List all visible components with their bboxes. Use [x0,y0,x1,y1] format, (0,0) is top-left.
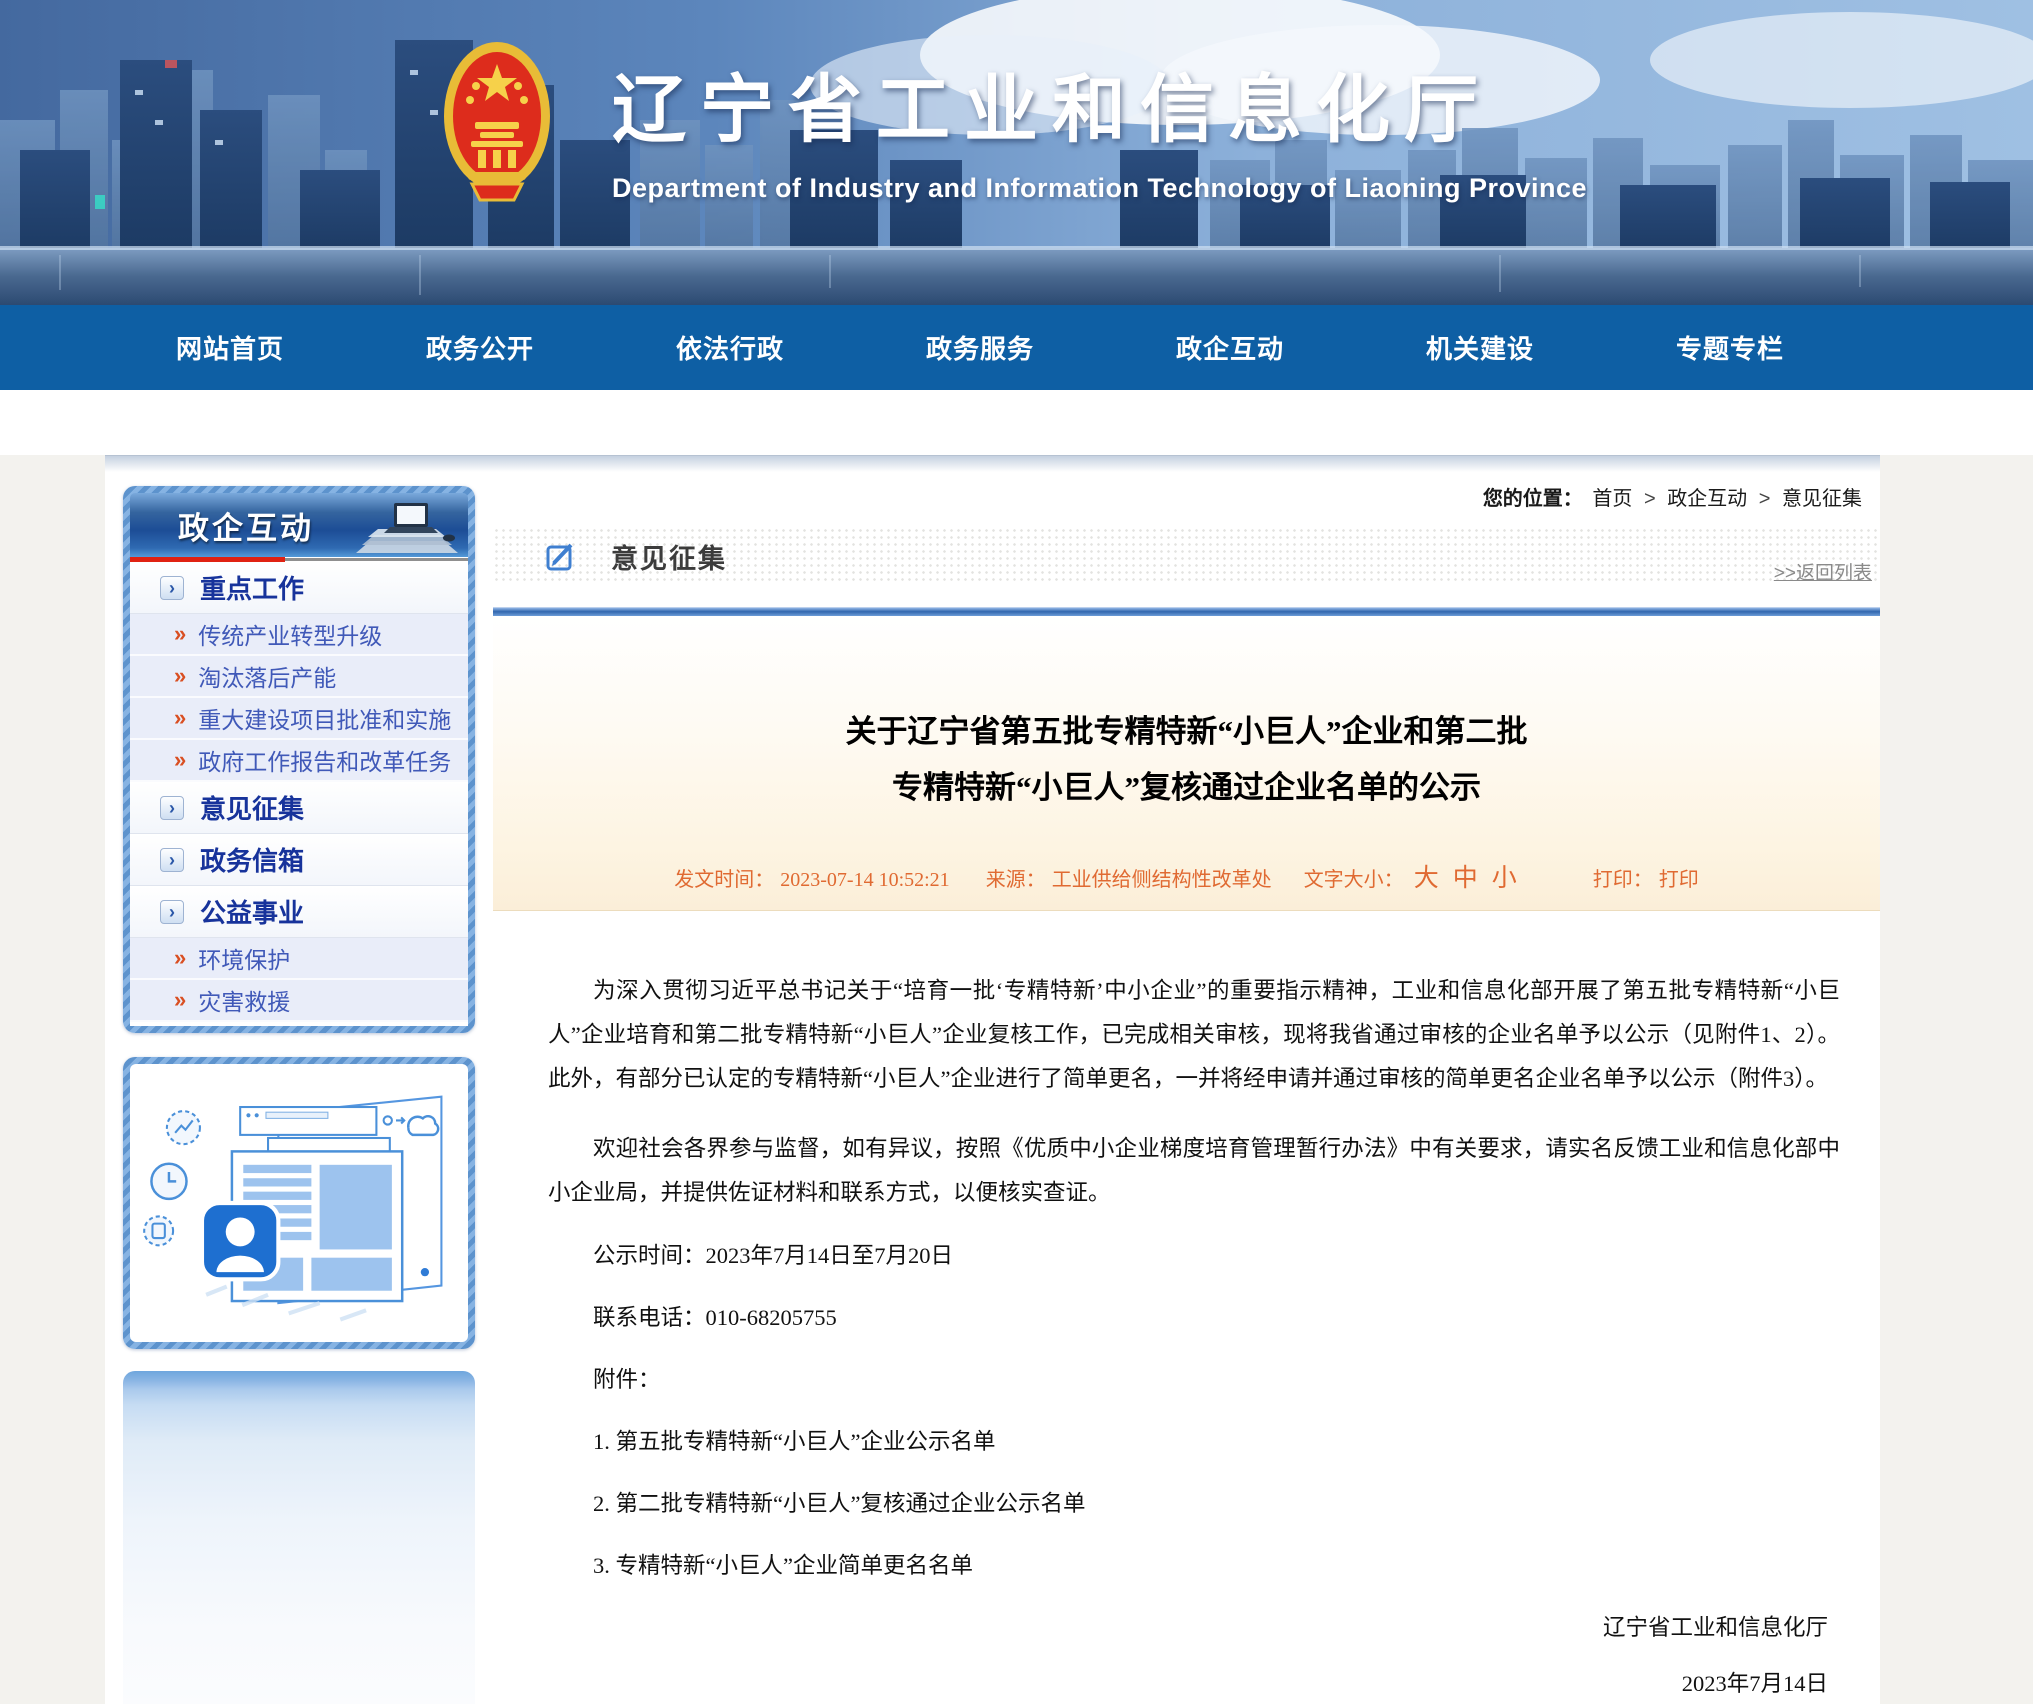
sidebar-item-major-projects[interactable]: » 重大建设项目批准和实施 [130,698,468,740]
print-label: 打印： [1593,869,1653,891]
nav-item-special-columns[interactable]: 专题专栏 [1605,329,1855,366]
breadcrumb-label: 您的位置： [1483,488,1583,510]
contact-phone-line: 联系电话：010-68205755 [548,1303,1840,1333]
sidebar-section-key-work[interactable]: › 重点工作 [130,562,468,614]
sidebar-section-label: 重点工作 [200,569,304,606]
sidebar-section-gov-mailbox[interactable]: › 政务信箱 [130,834,468,886]
nav-item-agency-building[interactable]: 机关建设 [1355,329,1605,366]
sidebar-section-label: 意见征集 [200,789,304,826]
signature-date: 2023年7月14日 [548,1669,1840,1699]
section-header: 意见征集 >>返回列表 [493,527,1880,585]
attachment-3: 3. 专精特新“小巨人”企业简单更名名单 [548,1551,1840,1581]
publish-time-label: 发文时间： [674,869,774,891]
sidebar-illustration-box [123,1057,475,1349]
sidebar-item-label: 传统产业转型升级 [198,617,382,651]
sidebar-menu: › 重点工作 » 传统产业转型升级 » 淘汰落后产能 » 重大建设项目批准和实施 [130,562,468,1026]
banner-titles: 辽宁省工业和信息化厅 Department of Industry and In… [612,50,1587,204]
publish-time: 2023-07-14 10:52:21 [780,869,949,891]
breadcrumb: 您的位置： 首页 > 政企互动 > 意见征集 [493,482,1880,511]
sidebar-item-environmental-protection[interactable]: » 环境保护 [130,938,468,980]
signature: 辽宁省工业和信息化厅 [548,1613,1840,1643]
sidebar-section-label: 公益事业 [200,893,304,930]
page: 辽宁省工业和信息化厅 Department of Industry and In… [0,0,2033,1704]
nav-item-administration-by-law[interactable]: 依法行政 [605,329,855,366]
attachment-1: 1. 第五批专精特新“小巨人”企业公示名单 [548,1427,1840,1457]
nav-item-government-services[interactable]: 政务服务 [855,329,1105,366]
paragraph: 欢迎社会各界参与监督，如有异议，按照《优质中小企业梯度培育管理暂行办法》中有关要… [548,1127,1840,1215]
breadcrumb-level1[interactable]: 政企互动 [1667,488,1747,510]
sidebar-item-gov-work-report[interactable]: » 政府工作报告和改革任务 [130,740,468,782]
site-title: 辽宁省工业和信息化厅 [612,50,1587,157]
section-title: 意见征集 [611,537,727,576]
attachments-label: 附件： [548,1365,1840,1395]
nav-gap [0,390,2033,455]
nav-item-home[interactable]: 网站首页 [105,329,355,366]
article-title-line1: 关于辽宁省第五批专精特新“小巨人”企业和第二批 [493,704,1880,760]
edit-icon [545,540,577,572]
sidebar-item-industry-upgrade[interactable]: » 传统产业转型升级 [130,614,468,656]
article-body: 为深入贯彻习近平总书记关于“培育一批‘专精特新’中小企业”的重要指示精神，工业和… [493,911,1880,1699]
article-meta: 发文时间：2023-07-14 10:52:21 来源：工业供给侧结构性改革处 … [493,846,1880,911]
nav-item-government-affairs[interactable]: 政务公开 [355,329,605,366]
publicity-period-line: 公示时间：2023年7月14日至7月20日 [548,1241,1840,1271]
main-panel: 政企互动 › [105,455,1880,1704]
content: 您的位置： 首页 > 政企互动 > 意见征集 意见征集 >>返回列表 [493,456,1880,1699]
red-underline [130,557,285,562]
sidebar-section-opinion-collection[interactable]: › 意见征集 [130,782,468,834]
sidebar-illustration [130,1064,468,1342]
sidebar-decoration-panel [123,1371,475,1704]
sub-arrow-icon: » [174,707,186,729]
source-label: 来源： [986,869,1046,891]
sub-arrow-icon: » [174,749,186,771]
section-arrow-icon: › [160,576,184,600]
sub-arrow-icon: » [174,947,186,969]
article-header: 关于辽宁省第五批专精特新“小巨人”企业和第二批 专精特新“小巨人”复核通过企业名… [493,616,1880,911]
laptop-icon [352,497,462,555]
breadcrumb-separator: > [1759,488,1771,510]
national-emblem-icon [438,34,556,214]
sidebar-item-label: 重大建设项目批准和实施 [198,701,451,735]
font-size-small[interactable]: 小 [1492,865,1517,892]
sidebar-item-label: 政府工作报告和改革任务 [198,743,451,777]
main-nav: 网站首页 政务公开 依法行政 政务服务 政企互动 机关建设 专题专栏 [0,305,2033,390]
sidebar-header: 政企互动 [130,493,468,557]
breadcrumb-level2[interactable]: 意见征集 [1782,488,1862,510]
sidebar-section-label: 政务信箱 [200,841,304,878]
breadcrumb-home[interactable]: 首页 [1592,488,1632,510]
banner: 辽宁省工业和信息化厅 Department of Industry and In… [0,0,2033,305]
sub-arrow-icon: » [174,665,186,687]
sub-arrow-icon: » [174,989,186,1011]
breadcrumb-separator: > [1644,488,1656,510]
sidebar-item-disaster-relief[interactable]: » 灾害救援 [130,980,468,1022]
sidebar: 政企互动 › [123,486,475,1704]
sidebar-item-label: 环境保护 [198,941,290,975]
source: 工业供给侧结构性改革处 [1052,869,1272,891]
sidebar-item-label: 灾害救援 [198,983,290,1017]
section-arrow-icon: › [160,900,184,924]
site-subtitle: Department of Industry and Information T… [612,173,1587,204]
sidebar-menu-box: 政企互动 › [123,486,475,1033]
font-size-large[interactable]: 大 [1414,865,1439,892]
back-to-list-link[interactable]: >>返回列表 [1774,558,1872,585]
section-arrow-icon: › [160,848,184,872]
divider-bar [493,607,1880,616]
print-link[interactable]: 打印 [1659,869,1699,891]
font-size-label: 文字大小： [1304,869,1404,891]
gray-underline [285,558,468,561]
sidebar-section-public-welfare[interactable]: › 公益事业 [130,886,468,938]
sidebar-item-eliminate-backward-capacity[interactable]: » 淘汰落后产能 [130,656,468,698]
nav-item-gov-enterprise-interaction[interactable]: 政企互动 [1105,329,1355,366]
sub-arrow-icon: » [174,623,186,645]
sidebar-item-label: 淘汰落后产能 [198,659,336,693]
online-service-illustration [143,1074,455,1332]
attachment-2: 2. 第二批专精特新“小巨人”复核通过企业公示名单 [548,1489,1840,1519]
article-title-line2: 专精特新“小巨人”复核通过企业名单的公示 [493,760,1880,816]
section-arrow-icon: › [160,796,184,820]
font-size-medium[interactable]: 中 [1453,865,1478,892]
paragraph: 为深入贯彻习近平总书记关于“培育一批‘专精特新’中小企业”的重要指示精神，工业和… [548,969,1840,1101]
sidebar-title: 政企互动 [178,503,314,548]
